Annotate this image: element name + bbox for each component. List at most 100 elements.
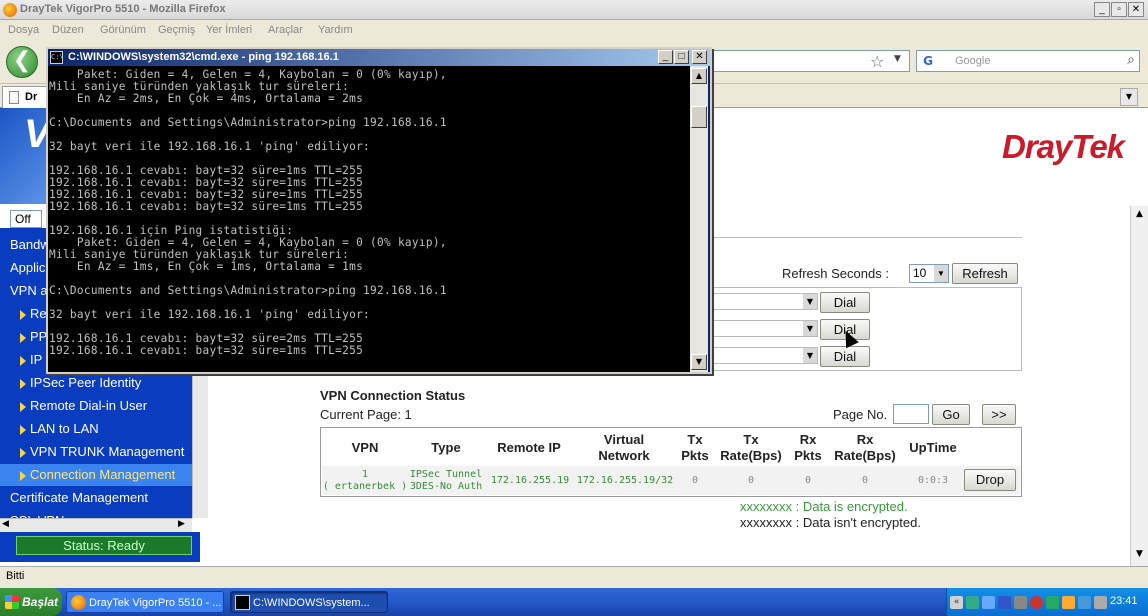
scroll-up-icon[interactable]: ▲ <box>691 68 707 84</box>
firefox-status-bar: Bitti <box>0 566 1148 586</box>
messenger-icon[interactable] <box>1046 596 1059 609</box>
sidebar-item-vpn-trunk-management[interactable]: VPN TRUNK Management <box>0 441 192 463</box>
cmd-icon: C:\ <box>50 51 64 64</box>
col-virtual-network: Virtual Network <box>598 432 650 463</box>
sidebar-item-label: IP <box>30 352 43 367</box>
status-text: Bitti <box>6 570 25 582</box>
search-input[interactable]: G Google ⌕ <box>916 50 1140 72</box>
refresh-seconds-select[interactable]: 10 ▼ <box>909 264 949 283</box>
scroll-down-icon[interactable]: ▼ <box>1133 548 1146 561</box>
security-icon[interactable] <box>1078 596 1091 609</box>
dial-profile-select-2[interactable]: ▼ <box>712 320 818 337</box>
scroll-left-icon[interactable]: ◀ <box>2 519 9 529</box>
search-placeholder: Google <box>955 55 991 67</box>
sidebar-item-label: Re <box>30 306 47 321</box>
col-rx-pkts: Rx Pkts <box>794 432 822 463</box>
maximize-button[interactable]: ▫ <box>1111 2 1127 17</box>
sidebar-item-remote-dial-in-user[interactable]: Remote Dial-in User <box>0 395 192 417</box>
tx-rate-value: 0 <box>747 475 755 486</box>
legend-plain-text: : Data isn't encrypted. <box>792 515 921 530</box>
current-page: Current Page: 1 <box>320 407 412 422</box>
tab-list-button[interactable]: ▼ <box>1120 88 1138 106</box>
scroll-right-icon[interactable]: ▶ <box>178 519 185 529</box>
sidebar-item-label: VPN a <box>10 283 48 298</box>
dial-button-3[interactable]: Dial <box>820 346 870 367</box>
menu-history[interactable]: Geçmiş <box>158 24 195 36</box>
chevron-down-icon: ▼ <box>803 321 817 336</box>
drop-button[interactable]: Drop <box>964 469 1016 491</box>
menu-edit[interactable]: Düzen <box>52 24 84 36</box>
menu-help[interactable]: Yardım <box>318 24 353 36</box>
taskbar-cmd[interactable]: C:\WINDOWS\system... <box>230 591 388 613</box>
cmd-title-bar: C:\ C:\WINDOWS\system32\cmd.exe - ping 1… <box>48 49 710 66</box>
status-ready-badge: Status: Ready <box>16 536 192 555</box>
rx-rate-value: 0 <box>861 475 869 486</box>
go-button[interactable]: Go <box>932 404 970 425</box>
rx-pkts-value: 0 <box>804 475 812 486</box>
vpn-index: 1 <box>361 469 369 480</box>
scroll-up-icon[interactable]: ▲ <box>1133 208 1146 221</box>
sidebar-vertical-scrollbar[interactable] <box>192 370 208 518</box>
menu-file[interactable]: Dosya <box>8 24 39 36</box>
refresh-button[interactable]: Refresh <box>952 263 1018 284</box>
tray-expand-icon[interactable]: « <box>950 596 963 609</box>
sidebar-horizontal-scrollbar[interactable]: ◀ ▶ <box>0 518 192 532</box>
virtual-network-value: 172.16.255.19/32 <box>576 475 674 486</box>
sidebar-item-connection-management[interactable]: Connection Management <box>0 464 192 486</box>
menu-bookmarks[interactable]: Yer İmleri <box>206 24 252 36</box>
volume-icon[interactable] <box>982 596 995 609</box>
tx-pkts-value: 0 <box>691 475 699 486</box>
triangle-right-icon <box>20 401 26 412</box>
dial-button-1[interactable]: Dial <box>820 292 870 313</box>
sidebar-item-label: LAN to LAN <box>30 421 99 436</box>
main-vertical-scrollbar[interactable]: ▲ ▼ <box>1130 206 1148 566</box>
legend-encrypted-sample: xxxxxxxx <box>740 499 792 514</box>
triangle-right-icon <box>20 355 26 366</box>
cmd-close-button[interactable]: ✕ <box>692 50 707 64</box>
url-dropdown-icon[interactable]: ▼ <box>894 54 901 64</box>
back-arrow-icon[interactable]: ❮ <box>6 46 38 78</box>
cmd-output: Paket: Giden = 4, Gelen = 4, Kaybolan = … <box>49 68 447 357</box>
sidebar-item-label: Certificate Management <box>10 490 149 505</box>
firefox-title-bar: DrayTek VigorPro 5510 - Mozilla Firefox … <box>0 0 1148 20</box>
sidebar-item-ipsec-peer-identity[interactable]: IPSec Peer Identity <box>0 372 192 394</box>
minimize-button[interactable]: _ <box>1094 2 1110 17</box>
cmd-scroll-thumb[interactable] <box>691 106 707 128</box>
tray-app-icon[interactable] <box>1094 596 1107 609</box>
network-icon[interactable] <box>966 596 979 609</box>
menu-tools[interactable]: Araçlar <box>268 24 303 36</box>
search-icon[interactable]: ⌕ <box>1127 52 1135 68</box>
next-page-button[interactable]: >> <box>982 404 1016 425</box>
update-icon[interactable] <box>1062 596 1075 609</box>
dial-profile-select-3[interactable]: ▼ <box>712 347 818 364</box>
antivirus-icon[interactable] <box>1030 596 1043 609</box>
network-connection-icon[interactable] <box>1014 596 1027 609</box>
windows-flag-icon <box>5 595 19 609</box>
sidebar-item-certificate-management[interactable]: Certificate Management <box>0 487 192 509</box>
tab-draytek[interactable]: Dr <box>2 86 48 108</box>
legend-encrypted-text: : Data is encrypted. <box>792 499 908 514</box>
sidebar-item-label: Bandw <box>10 237 50 252</box>
triangle-right-icon <box>20 447 26 458</box>
google-icon[interactable]: G <box>920 53 936 69</box>
close-button[interactable]: ✕ <box>1128 2 1144 17</box>
sidebar-item-lan-to-lan[interactable]: LAN to LAN <box>0 418 192 440</box>
menu-view[interactable]: Görünüm <box>100 24 146 36</box>
vpn-status-title: VPN Connection Status <box>320 388 466 403</box>
refresh-seconds-label: Refresh Seconds : <box>782 266 889 281</box>
cmd-minimize-button[interactable]: _ <box>658 50 673 64</box>
scroll-down-icon[interactable]: ▼ <box>691 354 707 370</box>
bookmark-star-icon[interactable]: ☆ <box>870 52 884 71</box>
bluetooth-icon[interactable] <box>998 596 1011 609</box>
triangle-right-icon <box>20 378 26 389</box>
cmd-maximize-button[interactable]: □ <box>674 50 689 64</box>
taskbar-firefox[interactable]: DrayTek VigorPro 5510 - ... <box>66 591 224 613</box>
off-select[interactable]: Off <box>10 210 42 228</box>
cmd-console[interactable]: Paket: Giden = 4, Gelen = 4, Kaybolan = … <box>48 66 690 372</box>
dial-profile-select-1[interactable]: ▼ <box>712 293 818 310</box>
page-no-input[interactable] <box>893 404 929 424</box>
chevron-down-icon: ▼ <box>803 294 817 309</box>
triangle-right-icon <box>20 424 26 435</box>
divider <box>712 237 1022 238</box>
window-title: DrayTek VigorPro 5510 - Mozilla Firefox <box>20 3 226 15</box>
